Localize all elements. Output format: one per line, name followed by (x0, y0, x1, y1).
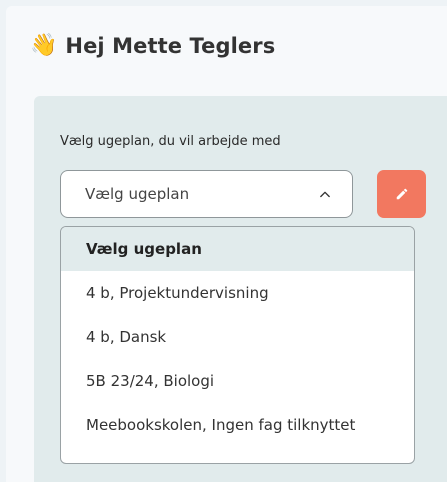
chevron-up-icon (320, 191, 330, 198)
plan-dropdown-list: Vælg ugeplan 4 b, Projektundervisning 4 … (60, 226, 415, 464)
plan-select-value: Vælg ugeplan (85, 185, 190, 203)
plan-select-label: Vælg ugeplan, du vil arbejde med (60, 134, 281, 149)
edit-plan-button[interactable] (377, 170, 426, 218)
plan-select[interactable]: Vælg ugeplan (60, 170, 353, 218)
greeting-header: 👋 Hej Mette Teglers (30, 30, 275, 62)
greeting-title: Hej Mette Teglers (65, 34, 276, 58)
plan-option[interactable]: Vælg ugeplan (61, 227, 414, 271)
plan-option[interactable]: Meebookskolen, Ingen fag tilknyttet (61, 403, 414, 447)
pencil-icon (396, 188, 407, 200)
plan-option[interactable]: 4 b, Projektundervisning (61, 271, 414, 315)
plan-option[interactable]: 4 b, Dansk (61, 315, 414, 359)
plan-option[interactable]: 5B 23/24, Biologi (61, 359, 414, 403)
waving-hand-icon: 👋 (30, 33, 58, 58)
